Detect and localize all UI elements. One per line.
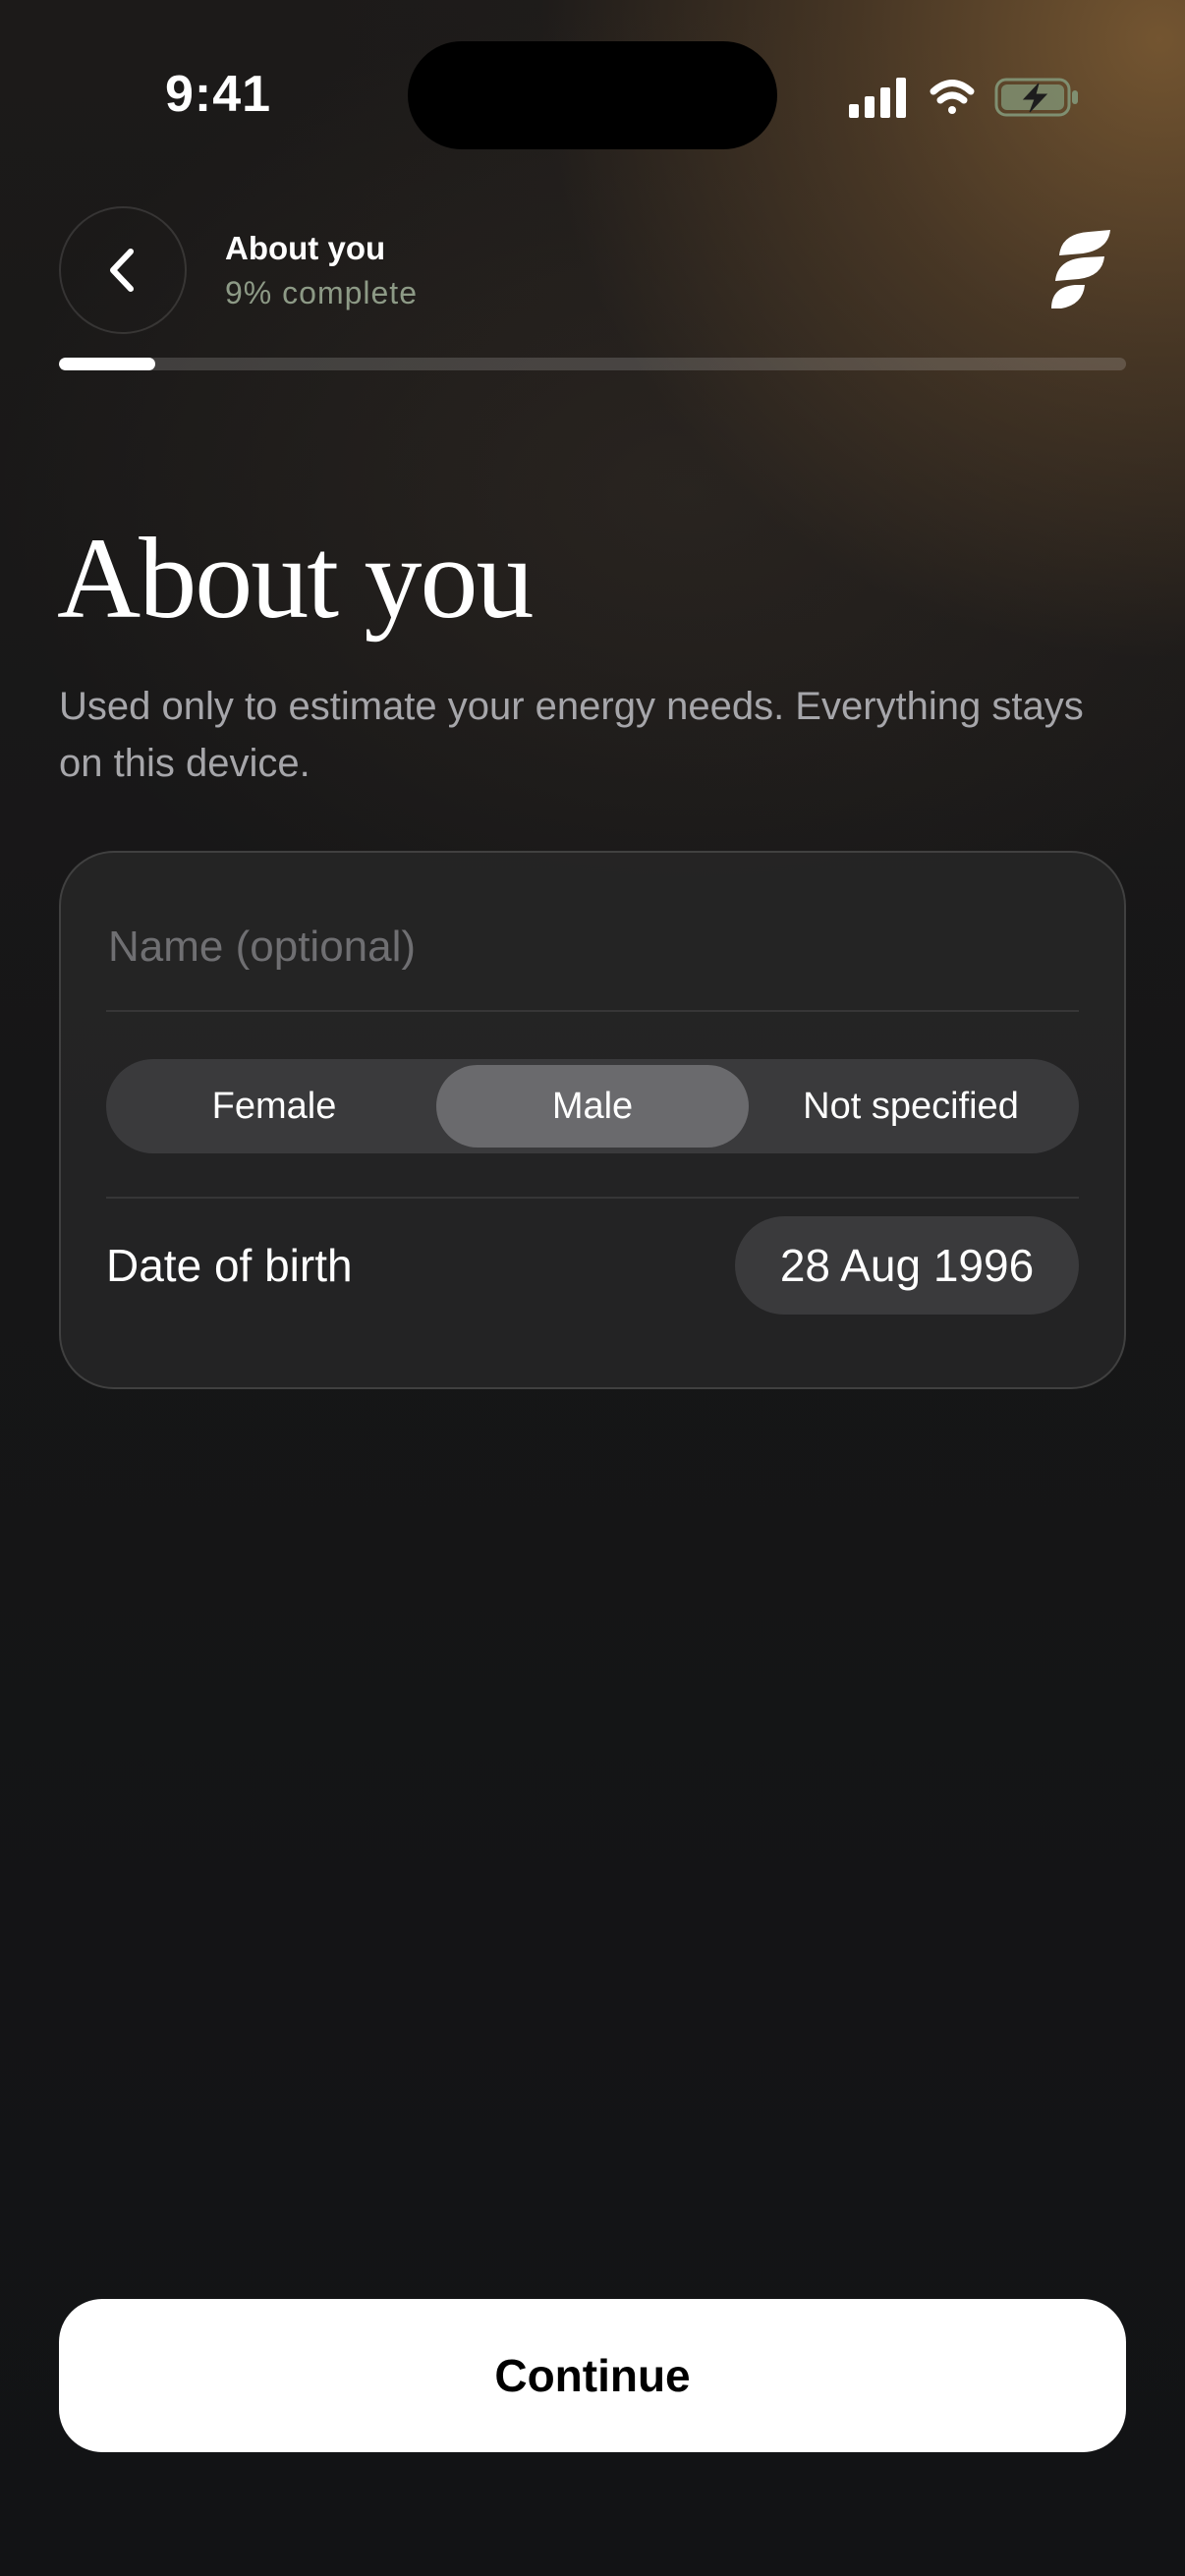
segment-male[interactable]: Male — [436, 1065, 749, 1148]
name-input[interactable] — [106, 892, 1083, 1002]
sex-segmented-control: Female Male Not specified — [106, 1059, 1079, 1153]
progress-bar — [59, 358, 1126, 370]
segment-not-specified[interactable]: Not specified — [749, 1065, 1073, 1148]
page-description: Used only to estimate your energy needs.… — [59, 685, 1084, 785]
status-time: 9:41 — [165, 66, 272, 123]
page-title: About you — [57, 514, 534, 643]
progress-fill — [59, 358, 155, 370]
wifi-icon — [930, 80, 975, 114]
segment-female[interactable]: Female — [112, 1065, 436, 1148]
battery-charging-icon — [994, 78, 1078, 117]
continue-button[interactable]: Continue — [59, 2299, 1126, 2452]
progress-percent-text: 9% complete — [225, 275, 418, 310]
about-you-card: Female Male Not specified Date of birth … — [59, 851, 1126, 1389]
date-of-birth-label: Date of birth — [106, 1240, 353, 1291]
chevron-left-icon — [110, 249, 134, 292]
dynamic-island — [408, 41, 777, 149]
divider — [106, 1197, 1079, 1199]
status-icons — [849, 78, 1078, 118]
header-title: About you — [225, 230, 386, 266]
app-logo-icon — [1051, 230, 1110, 308]
signal-icon — [849, 78, 906, 118]
back-button[interactable] — [59, 206, 187, 334]
divider — [106, 1010, 1079, 1012]
status-bar: 9:41 — [0, 0, 1185, 187]
date-of-birth-picker[interactable]: 28 Aug 1996 — [735, 1216, 1079, 1315]
